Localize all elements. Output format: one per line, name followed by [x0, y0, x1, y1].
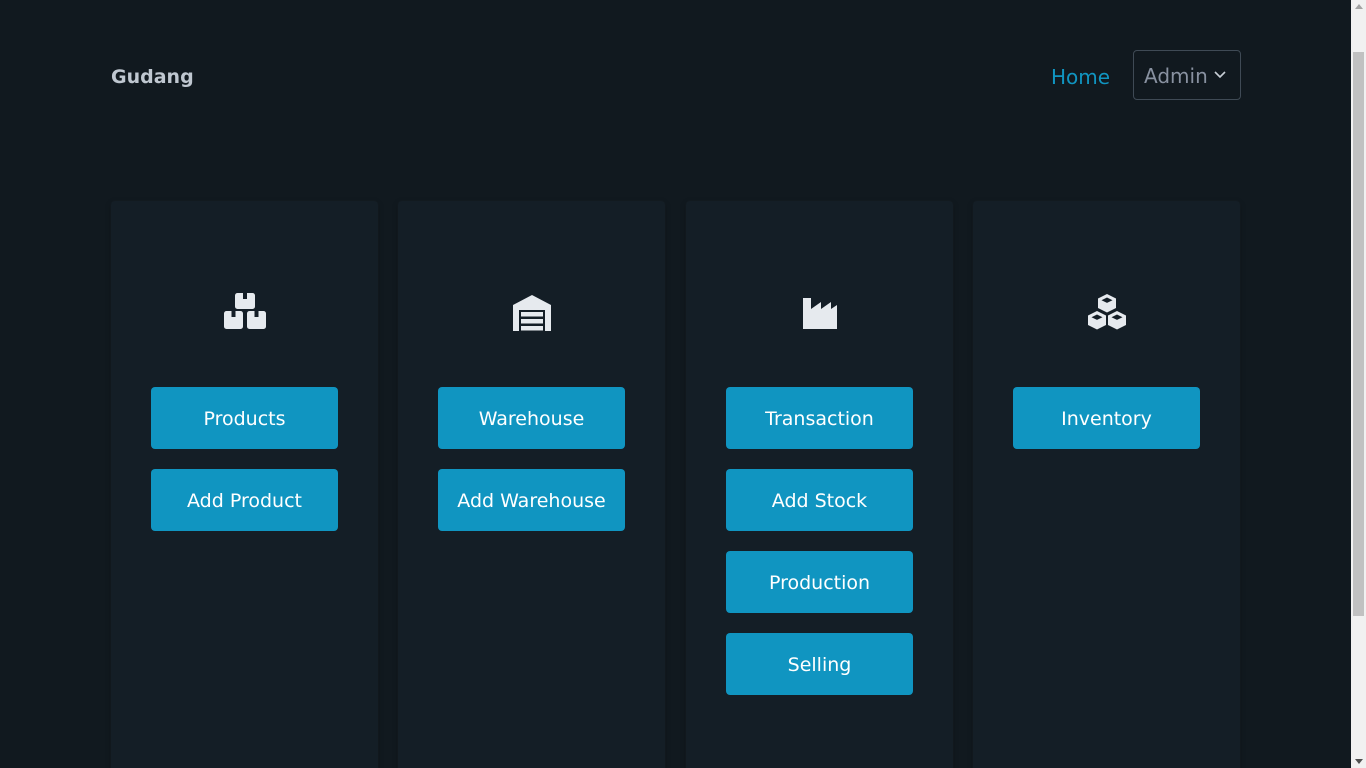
selling-button[interactable]: Selling: [726, 633, 913, 695]
warehouse-icon: [511, 293, 553, 333]
chevron-down-icon: [1214, 71, 1226, 79]
vertical-scrollbar[interactable]: [1351, 0, 1366, 768]
scroll-up-arrow-icon[interactable]: [1355, 4, 1363, 9]
page: Gudang Home Admin Products Add Product W…: [0, 0, 1351, 768]
top-navbar: Gudang Home Admin: [111, 50, 1241, 102]
brand-title[interactable]: Gudang: [111, 66, 194, 88]
card-transaction: Transaction Add Stock Production Selling: [686, 201, 953, 768]
scroll-down-arrow-icon[interactable]: [1355, 759, 1363, 764]
add-warehouse-button[interactable]: Add Warehouse: [438, 469, 625, 531]
production-button[interactable]: Production: [726, 551, 913, 613]
add-product-button[interactable]: Add Product: [151, 469, 338, 531]
cubes-icon: [1086, 293, 1128, 333]
industry-icon: [799, 293, 841, 333]
warehouse-button[interactable]: Warehouse: [438, 387, 625, 449]
user-menu-selected: Admin: [1144, 64, 1208, 88]
scrollbar-thumb[interactable]: [1353, 52, 1364, 616]
nav-home-link[interactable]: Home: [1051, 65, 1110, 89]
add-stock-button[interactable]: Add Stock: [726, 469, 913, 531]
card-grid: Products Add Product Warehouse Add Wareh…: [111, 201, 1241, 768]
boxes-stacked-icon: [223, 293, 266, 333]
user-menu-dropdown[interactable]: Admin: [1133, 50, 1241, 100]
transaction-button[interactable]: Transaction: [726, 387, 913, 449]
products-button[interactable]: Products: [151, 387, 338, 449]
card-inventory: Inventory: [973, 201, 1240, 768]
inventory-button[interactable]: Inventory: [1013, 387, 1200, 449]
card-warehouse: Warehouse Add Warehouse: [398, 201, 665, 768]
card-products: Products Add Product: [111, 201, 378, 768]
